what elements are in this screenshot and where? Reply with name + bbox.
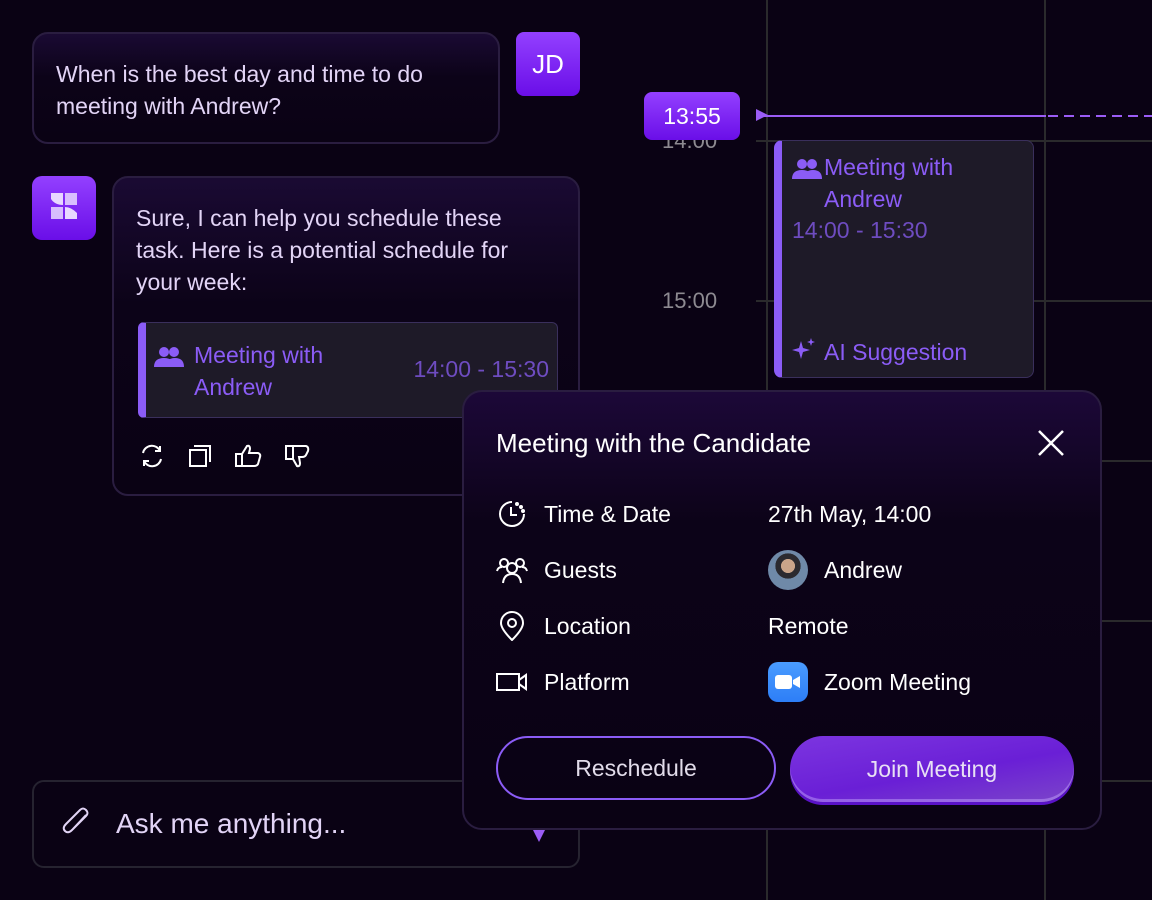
zoom-logo-icon <box>768 662 808 702</box>
guest-entry[interactable]: Andrew <box>768 550 902 590</box>
refresh-icon[interactable] <box>138 442 166 470</box>
ai-suggestion-tag: AI Suggestion <box>792 337 967 367</box>
platform-entry: Zoom Meeting <box>768 662 971 702</box>
assistant-avatar <box>32 176 96 240</box>
time-date-value: 27th May, 14:00 <box>768 500 932 527</box>
event-title-line2: Andrew <box>824 186 902 212</box>
app-logo-icon <box>49 191 79 226</box>
detail-row-guests: Guests Andrew <box>496 550 902 590</box>
copy-icon[interactable] <box>186 442 214 470</box>
detail-row-time: Time & Date 27th May, 14:00 <box>496 494 931 534</box>
send-icon[interactable] <box>532 828 546 842</box>
suggested-event-title-line1: Meeting with <box>194 342 324 368</box>
platform-value: Zoom Meeting <box>824 668 972 695</box>
location-value: Remote <box>768 612 849 639</box>
current-time-line-dashed <box>1048 115 1152 117</box>
guest-name: Andrew <box>824 556 902 583</box>
ai-suggestion-label: AI Suggestion <box>824 338 968 365</box>
detail-label: Platform <box>544 668 630 695</box>
message-actions <box>138 442 310 470</box>
join-meeting-button[interactable]: Join Meeting <box>790 736 1074 802</box>
close-icon[interactable] <box>1036 428 1066 458</box>
detail-label: Guests <box>544 556 617 583</box>
popup-title: Meeting with the Candidate <box>496 428 812 458</box>
meeting-details-popup: Meeting with the Candidate Time & Date 2… <box>462 390 1102 830</box>
calendar-event[interactable]: Meeting with Andrew 14:00 - 15:30 AI Sug… <box>774 140 1034 378</box>
detail-row-platform: Platform Zoom Meeting <box>496 662 971 702</box>
detail-label: Time & Date <box>544 500 671 527</box>
guests-icon <box>496 554 528 586</box>
clock-icon <box>496 498 528 530</box>
detail-label: Location <box>544 612 631 639</box>
suggested-event-time: 14:00 - 15:30 <box>413 356 549 382</box>
thumbs-down-icon[interactable] <box>282 442 310 470</box>
current-time-badge: 13:55 <box>644 92 740 140</box>
user-avatar: JD <box>516 32 580 96</box>
event-title-line1: Meeting with <box>824 154 954 180</box>
people-icon <box>792 151 824 215</box>
guest-avatar <box>768 550 808 590</box>
assistant-message-text: Sure, I can help you schedule these task… <box>136 205 509 295</box>
suggested-event-title-line2: Andrew <box>194 374 272 400</box>
sparkle-icon <box>792 337 816 367</box>
hour-label-15: 15:00 <box>662 288 718 313</box>
current-time-line <box>764 115 1046 117</box>
detail-value: 27th May, 14:00 <box>768 501 931 528</box>
chat-input[interactable] <box>114 807 518 841</box>
detail-value: Remote <box>768 613 849 640</box>
thumbs-up-icon[interactable] <box>234 442 262 470</box>
user-message-text: When is the best day and time to do meet… <box>56 61 423 119</box>
user-message: When is the best day and time to do meet… <box>32 32 500 144</box>
video-camera-icon <box>496 666 528 698</box>
paperclip-icon[interactable] <box>60 805 94 844</box>
people-icon <box>154 339 194 403</box>
detail-row-location: Location Remote <box>496 606 849 646</box>
reschedule-button[interactable]: Reschedule <box>496 736 776 800</box>
event-time: 14:00 - 15:30 <box>792 217 928 243</box>
location-pin-icon <box>496 610 528 642</box>
